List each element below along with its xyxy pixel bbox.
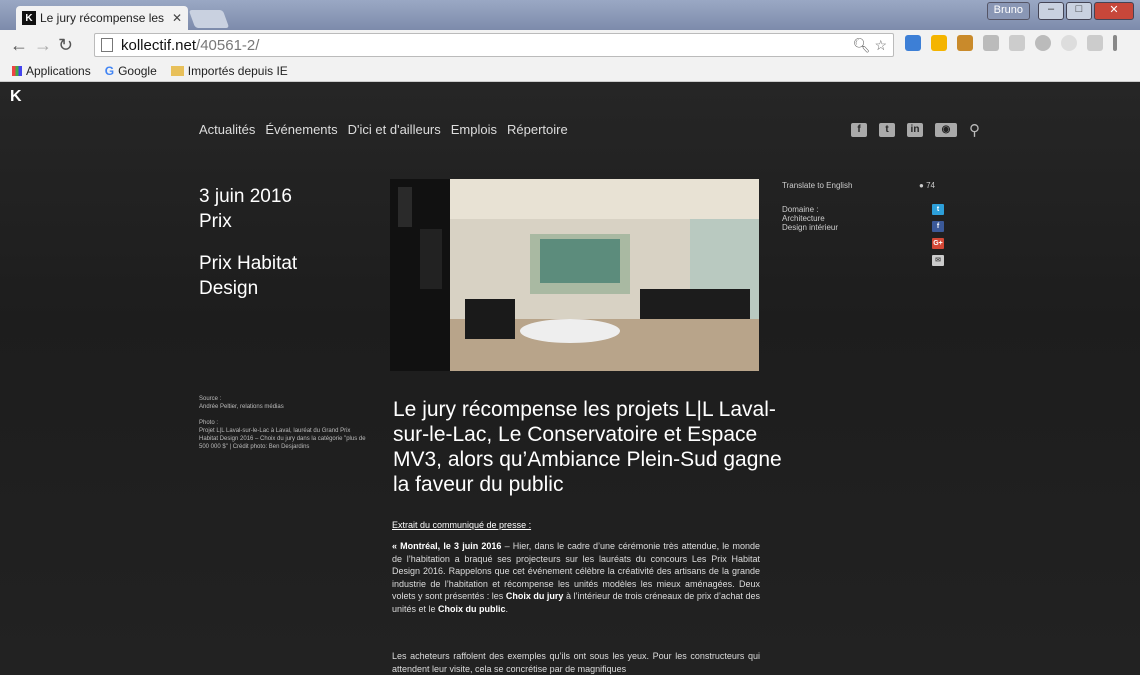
maximize-button[interactable]: □ xyxy=(1066,2,1092,20)
google-icon: G xyxy=(104,63,115,78)
bookmark-folder[interactable]: Importés depuis IE xyxy=(170,63,288,78)
site-logo[interactable]: K xyxy=(10,88,22,106)
twitter-share-icon[interactable]: t xyxy=(932,204,944,215)
post-date: 3 juin 2016 xyxy=(199,186,292,207)
page-icon xyxy=(101,38,113,52)
extension-icon[interactable] xyxy=(1009,35,1025,51)
source-label: Source : xyxy=(199,396,222,402)
view-count-value: 74 xyxy=(926,181,935,190)
tab-title: Le jury récompense les pr xyxy=(40,11,168,25)
back-icon[interactable]: ← xyxy=(10,35,28,56)
search-icon[interactable]: ⚲ xyxy=(969,121,980,139)
post-title: Prix Habitat Design xyxy=(199,253,298,299)
reload-icon[interactable]: ↻ xyxy=(58,35,73,56)
main-nav: Actualités Événements D'ici et d'ailleur… xyxy=(199,122,568,137)
nav-evenements[interactable]: Événements xyxy=(265,122,337,137)
close-tab-icon[interactable]: ✕ xyxy=(172,11,182,25)
domaine-design-interieur[interactable]: Design intérieur xyxy=(782,223,952,232)
press-release-link[interactable]: Extrait du communiqué de presse : xyxy=(392,520,531,530)
email-share-icon[interactable]: ✉ xyxy=(932,255,944,266)
google-plus-share-icon[interactable]: G+ xyxy=(932,238,944,249)
browser-titlebar: K Le jury récompense les pr ✕ Bruno – □ … xyxy=(0,0,1140,30)
nav-dici-et-dailleurs[interactable]: D'ici et d'ailleurs xyxy=(348,122,441,137)
extension-icon[interactable] xyxy=(983,35,999,51)
minimize-button[interactable]: – xyxy=(1038,2,1064,20)
nav-actualites[interactable]: Actualités xyxy=(199,122,255,137)
url-path: /40561-2/ xyxy=(196,36,260,54)
new-tab-button[interactable] xyxy=(188,10,230,28)
social-links: f t in ◉ ⚲ xyxy=(851,121,980,139)
browser-tab[interactable]: K Le jury récompense les pr ✕ xyxy=(16,6,188,30)
facebook-icon[interactable]: f xyxy=(851,123,867,137)
extension-icon[interactable] xyxy=(1087,35,1103,51)
bookmark-label: Google xyxy=(118,63,157,78)
choix-du-public: Choix du public xyxy=(438,603,506,614)
extension-icon[interactable] xyxy=(905,35,921,51)
apps-icon xyxy=(12,66,22,77)
eye-icon: ● xyxy=(919,181,924,190)
share-buttons: t f G+ ✉ xyxy=(932,204,944,266)
folder-icon xyxy=(170,66,184,77)
domaine-label: Domaine : xyxy=(782,205,819,214)
menu-icon[interactable] xyxy=(1113,35,1117,51)
post-meta: Source : Andrée Peltier, relations médias… xyxy=(199,395,371,459)
bookmark-label: Applications xyxy=(26,63,91,78)
extensions-bar xyxy=(905,35,1117,51)
article-paragraph-1: « Montréal, le 3 juin 2016 – Hier, dans … xyxy=(392,540,760,616)
extension-icon[interactable] xyxy=(1061,35,1077,51)
hero-image xyxy=(390,179,759,371)
article-headline: Le jury récompense les projets L|L Laval… xyxy=(393,398,782,496)
forward-icon[interactable]: → xyxy=(34,35,52,56)
article-paragraph-2: Les acheteurs raffolent des exemples qu’… xyxy=(392,651,760,674)
instagram-icon[interactable]: ◉ xyxy=(935,123,957,137)
address-bar[interactable]: kollectif.net/40561-2/ 🔍︎ ☆ xyxy=(94,33,894,57)
domaine-architecture[interactable]: Architecture xyxy=(782,214,952,223)
photo-label: Photo : xyxy=(199,420,219,426)
photo-credit: Projet L|L Laval-sur-le-Lac à Laval, lau… xyxy=(199,428,366,450)
user-profile-button[interactable]: Bruno xyxy=(986,2,1030,20)
choix-du-jury: Choix du jury xyxy=(505,591,564,602)
post-date-block: 3 juin 2016 Prix xyxy=(199,184,292,234)
window-close-button[interactable]: ✕ xyxy=(1094,2,1134,20)
extension-icon[interactable] xyxy=(1035,35,1051,51)
bookmark-google[interactable]: G Google xyxy=(105,64,157,78)
twitter-icon[interactable]: t xyxy=(879,123,895,137)
bookmark-label: Importés depuis IE xyxy=(187,63,288,78)
bookmark-apps[interactable]: Applications xyxy=(12,64,91,78)
linkedin-icon[interactable]: in xyxy=(907,123,923,137)
url-domain: kollectif.net xyxy=(121,36,197,54)
nav-repertoire[interactable]: Répertoire xyxy=(507,122,568,137)
drive-icon[interactable] xyxy=(931,35,947,51)
favicon-icon: K xyxy=(22,11,36,25)
extension-icon[interactable] xyxy=(957,35,973,51)
bookmark-star-icon[interactable]: 🔍︎ ☆ xyxy=(853,37,887,54)
nav-emplois[interactable]: Emplois xyxy=(451,122,497,137)
dateline: « Montréal, le 3 juin 2016 xyxy=(392,541,502,551)
paragraph-text: . xyxy=(505,603,509,614)
post-category[interactable]: Prix xyxy=(199,209,292,234)
bookmarks-bar: Applications G Google Importés depuis IE xyxy=(0,60,1140,82)
facebook-share-icon[interactable]: f xyxy=(932,221,944,232)
source-value: Andrée Peltier, relations médias xyxy=(199,404,284,410)
view-count: ● 74 xyxy=(919,181,935,190)
browser-toolbar: ← → ↻ kollectif.net/40561-2/ 🔍︎ ☆ xyxy=(0,30,1140,60)
